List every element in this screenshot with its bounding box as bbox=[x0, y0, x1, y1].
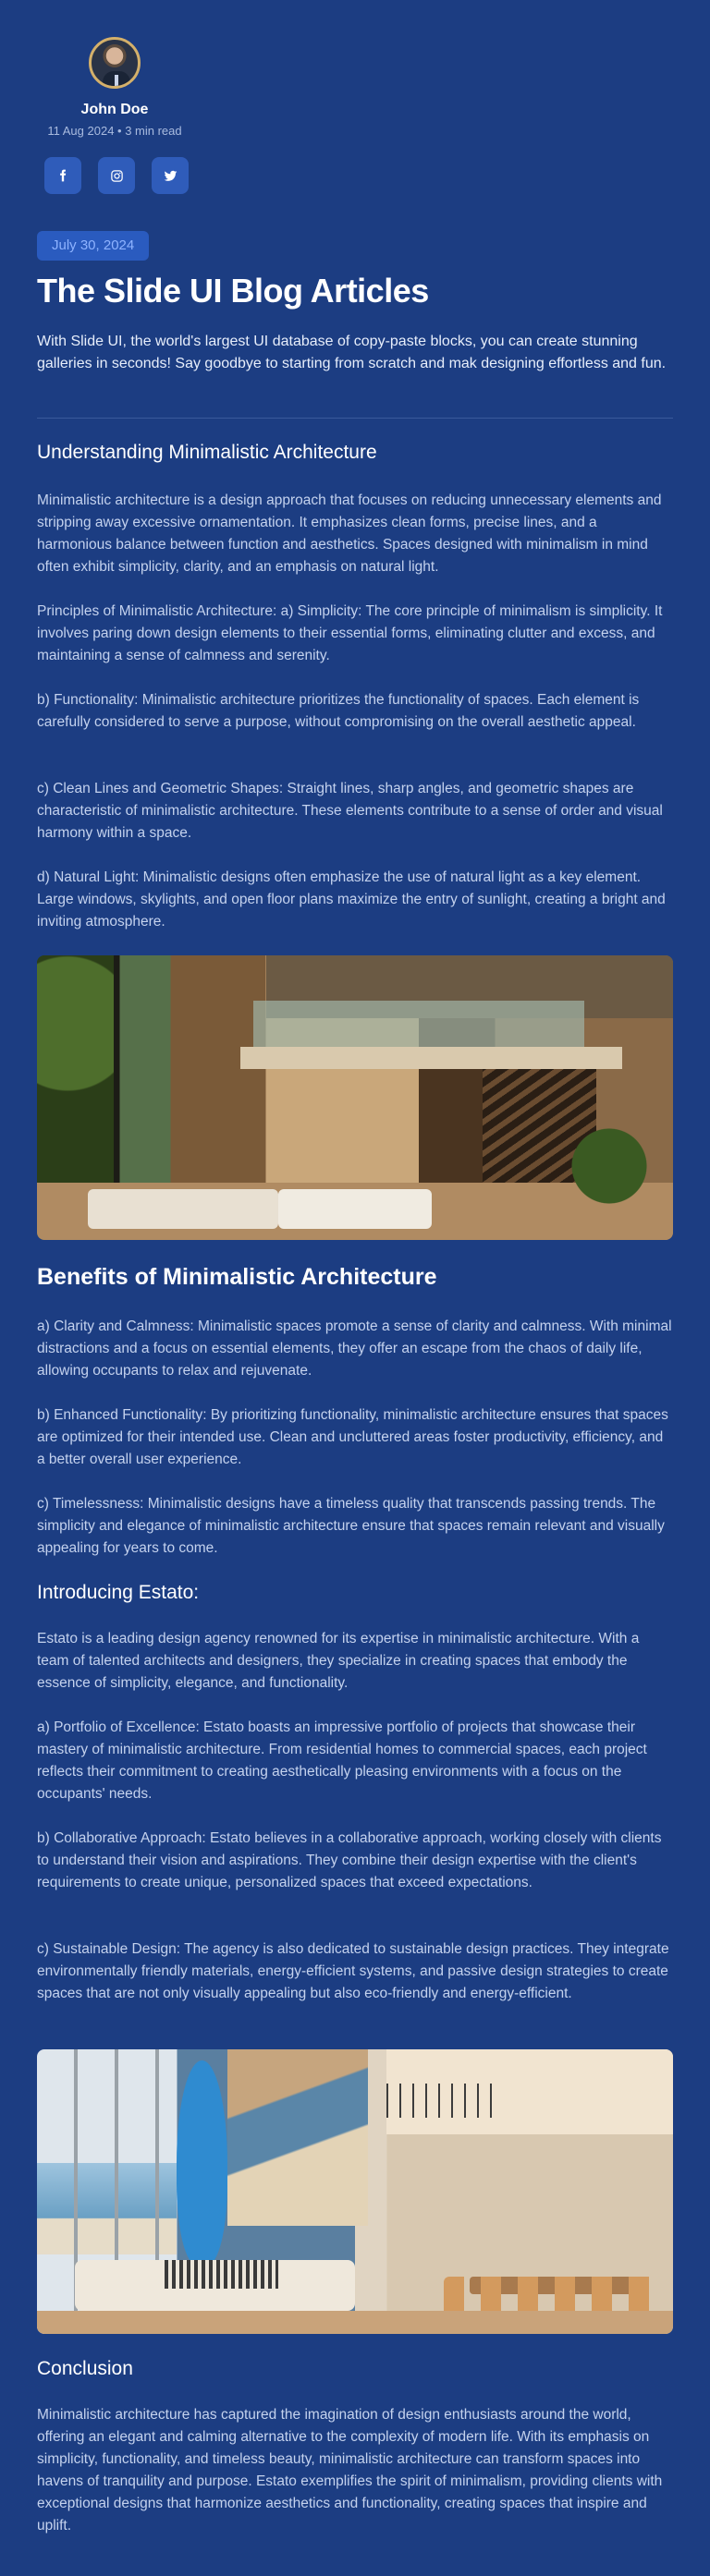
paragraph: a) Portfolio of Excellence: Estato boast… bbox=[37, 1719, 647, 1802]
facebook-icon bbox=[60, 169, 67, 182]
divider bbox=[37, 418, 673, 419]
section-heading-benefits: Benefits of Minimalistic Architecture bbox=[37, 1264, 437, 1290]
paragraph: c) Clean Lines and Geometric Shapes: Str… bbox=[37, 781, 663, 841]
interior-photo-living-room bbox=[37, 955, 673, 1240]
paragraph: a) Clarity and Calmness: Minimalistic sp… bbox=[37, 1318, 672, 1379]
article-intro: With Slide UI, the world's largest UI da… bbox=[37, 334, 667, 371]
paragraph: c) Timelessness: Minimalistic designs ha… bbox=[37, 1496, 665, 1556]
paragraph: b) Collaborative Approach: Estato believ… bbox=[37, 1830, 662, 1890]
facebook-button[interactable] bbox=[44, 157, 81, 194]
instagram-icon bbox=[110, 169, 123, 182]
paragraph: Estato is a leading design agency renown… bbox=[37, 1631, 640, 1691]
twitter-icon bbox=[164, 170, 177, 181]
author-block: John Doe 11 Aug 2024 • 3 min read bbox=[37, 37, 192, 138]
social-links bbox=[44, 157, 189, 194]
author-name[interactable]: John Doe bbox=[81, 102, 149, 118]
author-meta: 11 Aug 2024 • 3 min read bbox=[47, 124, 182, 138]
avatar-tie bbox=[115, 75, 118, 86]
paragraph: Principles of Minimalistic Architecture:… bbox=[37, 603, 663, 663]
date-badge: July 30, 2024 bbox=[37, 231, 150, 261]
paragraph: b) Functionality: Minimalistic architect… bbox=[37, 692, 640, 730]
instagram-button[interactable] bbox=[98, 157, 135, 194]
page-title: The Slide UI Blog Articles bbox=[37, 272, 429, 310]
avatar[interactable] bbox=[89, 37, 141, 89]
interior-photo-beach-house bbox=[37, 2049, 673, 2334]
paragraph: b) Enhanced Functionality: By prioritizi… bbox=[37, 1407, 668, 1467]
paragraph: Minimalistic architecture is a design ap… bbox=[37, 492, 662, 575]
section-heading-estato: Introducing Estato: bbox=[37, 1582, 200, 1603]
section-heading-conclusion: Conclusion bbox=[37, 2358, 133, 2379]
paragraph: d) Natural Light: Minimalistic designs o… bbox=[37, 869, 666, 930]
twitter-button[interactable] bbox=[152, 157, 189, 194]
paragraph: c) Sustainable Design: The agency is als… bbox=[37, 1941, 669, 2001]
paragraph: Minimalistic architecture has captured t… bbox=[37, 2407, 663, 2533]
section-heading-understanding: Understanding Minimalistic Architecture bbox=[37, 442, 377, 463]
